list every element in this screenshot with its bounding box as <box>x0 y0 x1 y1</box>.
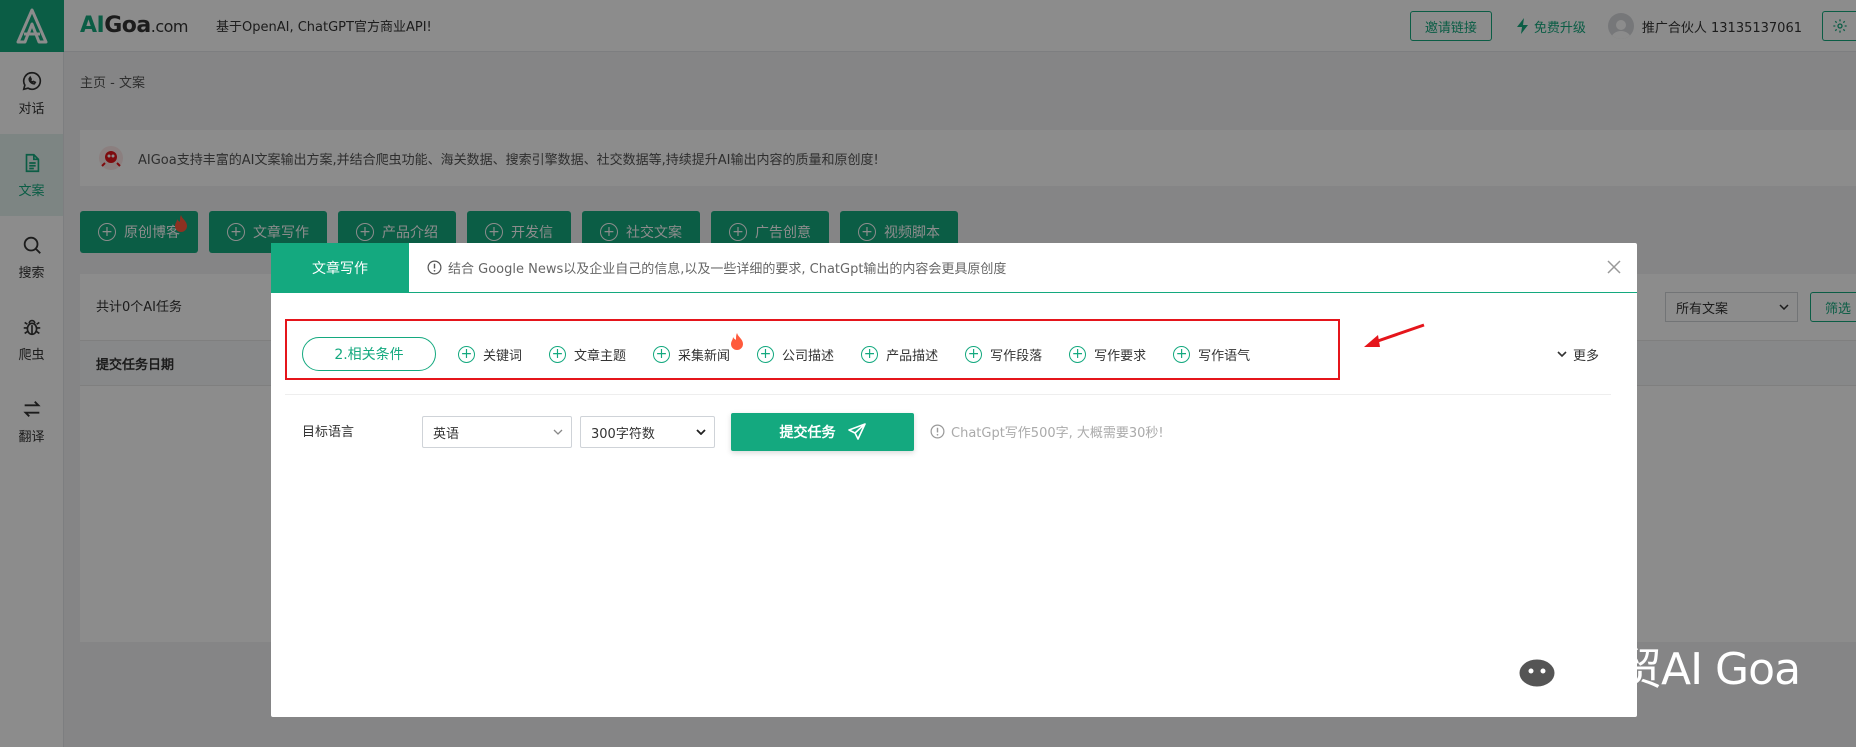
option-label: 产品描述 <box>886 348 939 364</box>
close-icon[interactable] <box>1605 258 1623 276</box>
chevron-down-icon <box>553 429 563 435</box>
modal-tip: 结合 Google News以及企业自己的信息,以及一些详细的要求, ChatG… <box>427 258 1006 277</box>
submit-hint: ChatGpt写作500字, 大概需要30秒! <box>930 422 1164 441</box>
option-product-description[interactable]: + 产品描述 <box>861 345 938 364</box>
option-writing-requirements[interactable]: + 写作要求 <box>1069 345 1146 364</box>
option-label: 写作要求 <box>1094 348 1147 364</box>
plus-circle-icon: + <box>861 345 879 363</box>
option-label: 写作段落 <box>990 348 1043 364</box>
target-language-label: 目标语言 <box>302 425 355 440</box>
option-company-description[interactable]: + 公司描述 <box>757 345 834 364</box>
watermark-text: 创贸AI Goa <box>1575 644 1801 695</box>
plus-circle-icon: + <box>1173 345 1191 363</box>
wechat-icon <box>1487 638 1558 695</box>
option-label: 文章主题 <box>574 348 627 364</box>
article-writing-modal: 文章写作 结合 Google News以及企业自己的信息,以及一些详细的要求, … <box>271 242 1637 717</box>
modal-header: 文章写作 结合 Google News以及企业自己的信息,以及一些详细的要求, … <box>271 242 1637 293</box>
plus-circle-icon: + <box>1069 345 1087 363</box>
option-keywords[interactable]: + 关键词 <box>458 345 522 364</box>
chevron-down-icon <box>1557 351 1567 358</box>
info-icon <box>930 424 945 439</box>
plus-circle-icon: + <box>458 345 475 363</box>
plus-circle-icon: + <box>653 345 671 363</box>
more-options-toggle[interactable]: 更多 <box>1557 345 1599 364</box>
condition-options: 2.相关条件 + 关键词 + 文章主题 + 采集新闻 + 公司描述 + 产品描述… <box>302 332 1277 371</box>
option-article-topic[interactable]: + 文章主题 <box>549 345 626 364</box>
submit-task-button[interactable]: 提交任务 <box>731 413 914 451</box>
send-icon <box>847 423 866 440</box>
plus-circle-icon: + <box>549 345 567 363</box>
option-label: 采集新闻 <box>678 348 731 364</box>
option-label: 公司描述 <box>782 348 835 364</box>
modal-tip-text: 结合 Google News以及企业自己的信息,以及一些详细的要求, ChatG… <box>448 262 1007 277</box>
option-writing-tone[interactable]: + 写作语气 <box>1173 345 1250 364</box>
submit-task-label: 提交任务 <box>779 425 836 441</box>
chevron-down-icon <box>696 429 706 435</box>
option-writing-paragraphs[interactable]: + 写作段落 <box>965 345 1042 364</box>
plus-circle-icon: + <box>757 345 775 363</box>
submit-hint-text: ChatGpt写作500字, 大概需要30秒! <box>951 426 1164 441</box>
option-label: 关键词 <box>483 348 523 364</box>
target-language-select[interactable]: 英语 <box>422 416 572 448</box>
more-options-label: 更多 <box>1573 349 1600 364</box>
fire-icon <box>731 332 744 350</box>
modal-tab-article-writing[interactable]: 文章写作 <box>271 242 409 293</box>
related-conditions-pill[interactable]: 2.相关条件 <box>302 337 436 371</box>
annotation-arrow-icon <box>1364 323 1425 347</box>
info-icon <box>427 260 442 275</box>
word-count-value: 300字符数 <box>591 426 655 442</box>
option-label: 写作语气 <box>1198 348 1251 364</box>
plus-circle-icon: + <box>965 345 983 363</box>
word-count-select[interactable]: 300字符数 <box>580 416 715 448</box>
divider <box>285 394 1611 395</box>
target-language-value: 英语 <box>433 426 460 442</box>
watermark: 创贸AI Goa <box>1485 633 1801 697</box>
option-collect-news[interactable]: + 采集新闻 <box>653 332 744 364</box>
